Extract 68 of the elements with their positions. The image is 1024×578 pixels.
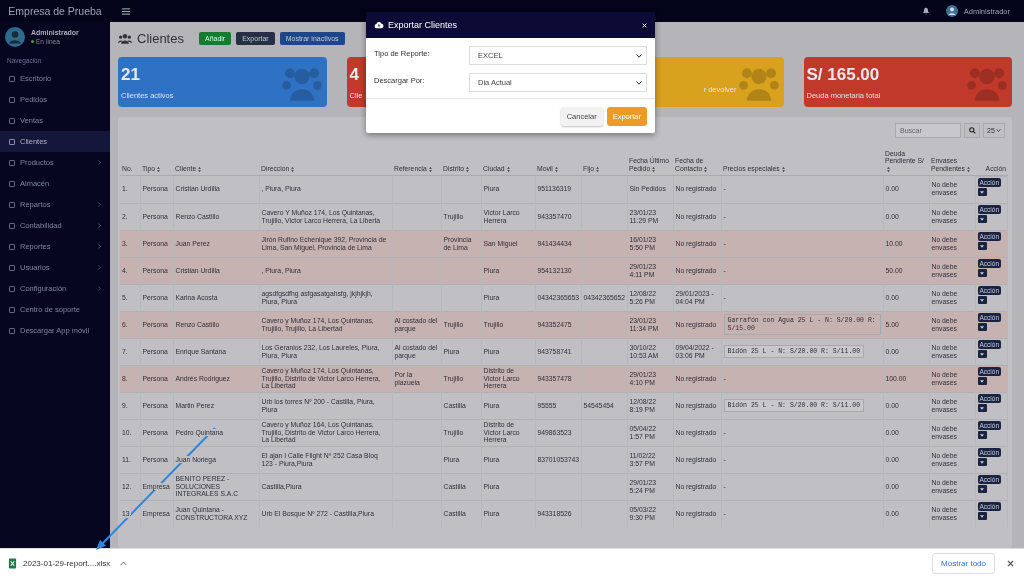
caret-icon — [980, 271, 984, 275]
dropdown-button[interactable] — [977, 404, 987, 412]
caret-icon — [980, 217, 984, 221]
search-button[interactable] — [964, 123, 980, 138]
brand-name: Empresa de Prueba — [8, 5, 102, 17]
caret-icon — [980, 514, 984, 518]
caret-icon — [980, 379, 984, 383]
caret-icon — [980, 406, 984, 410]
sort-icon — [652, 166, 656, 172]
dropdown-button[interactable] — [977, 269, 987, 277]
dropdown-button[interactable] — [977, 188, 987, 196]
caret-icon — [980, 325, 984, 329]
stat-value: 21 — [121, 64, 140, 85]
status-dot — [31, 40, 34, 43]
dialog-title: Exportar Clientes — [388, 20, 458, 30]
chevron-icon — [98, 265, 101, 270]
sort-icon — [781, 166, 785, 172]
page-title: Clientes — [137, 30, 184, 46]
caret-icon — [996, 129, 1001, 132]
show-all-button[interactable]: Mostrar todo — [932, 553, 995, 574]
file-name[interactable]: 2023-01-29-report....xlsx — [23, 559, 111, 568]
caret-icon — [980, 298, 984, 302]
menu-icon[interactable] — [122, 7, 130, 15]
sort-icon — [466, 166, 470, 172]
sort-icon — [554, 166, 558, 172]
chevron-icon — [98, 286, 101, 291]
dropdown-button[interactable] — [977, 458, 987, 466]
dropdown-button[interactable] — [977, 242, 987, 250]
dropdown-button[interactable] — [977, 323, 987, 331]
caret-icon — [636, 53, 642, 58]
cloud-icon — [374, 21, 384, 29]
chevron-icon — [98, 223, 101, 228]
caret-icon[interactable] — [120, 561, 128, 566]
sort-icon — [887, 166, 890, 172]
dropdown-button[interactable] — [977, 377, 987, 385]
sort-icon — [506, 166, 510, 172]
caret-icon — [980, 352, 984, 356]
caret-icon — [980, 190, 984, 194]
stat-value: S/ 165.00 — [806, 64, 880, 85]
avatar-icon[interactable] — [945, 5, 958, 17]
sort-icon — [157, 166, 160, 172]
close-icon[interactable] — [1007, 560, 1014, 567]
stat-value: 4 — [349, 64, 359, 85]
dropdown-button[interactable] — [977, 350, 987, 358]
sort-icon — [198, 166, 202, 172]
caret-icon — [636, 80, 642, 85]
search-icon — [968, 127, 976, 134]
caret-icon — [980, 244, 984, 248]
sort-icon — [428, 166, 432, 172]
caret-icon — [980, 433, 984, 437]
sort-icon — [704, 166, 708, 172]
chevron-icon — [98, 160, 101, 165]
caret-icon — [980, 487, 984, 491]
chevron-icon — [98, 244, 101, 249]
users-icon — [118, 32, 132, 44]
sort-icon — [291, 166, 295, 172]
caret-icon — [980, 460, 984, 464]
dropdown-button[interactable] — [977, 215, 987, 223]
dropdown-button[interactable] — [977, 485, 987, 493]
spreadsheet-icon — [8, 558, 17, 569]
avatar-icon — [5, 27, 25, 47]
dropdown-button[interactable] — [977, 296, 987, 304]
dropdown-button[interactable] — [977, 512, 987, 520]
chevron-icon — [98, 202, 101, 207]
bell-icon[interactable] — [921, 7, 930, 15]
sort-icon — [967, 166, 970, 172]
sort-icon — [595, 166, 599, 172]
dropdown-button[interactable] — [977, 431, 987, 439]
